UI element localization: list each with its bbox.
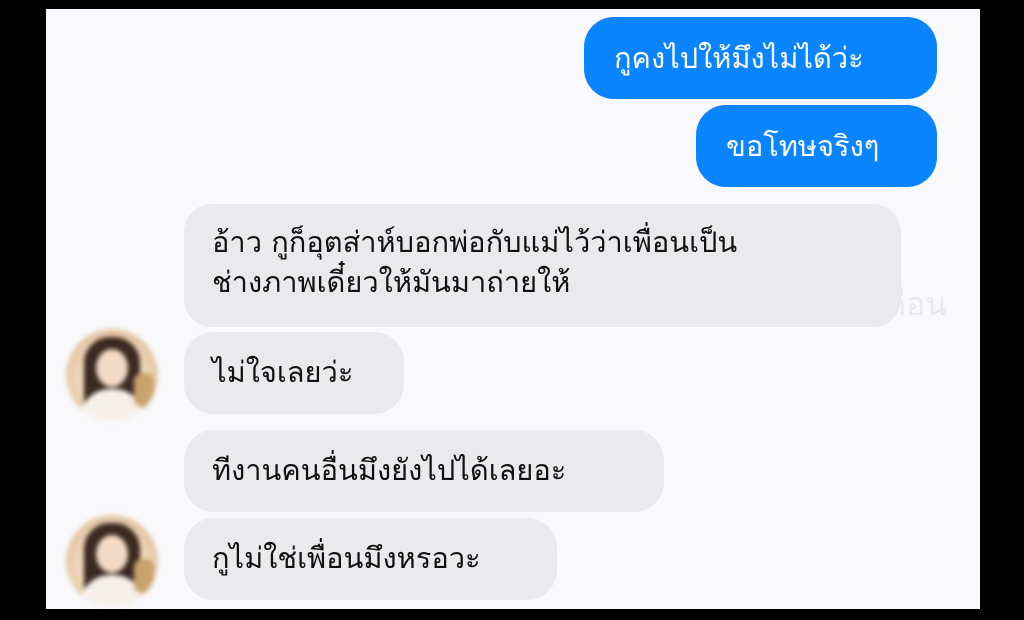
chat-screen: ช่างภาพสายเถื่อน กูคงไปให้มึงไม่ได้ว่ะ ข… <box>46 9 980 609</box>
sent-message-2[interactable]: ขอโทษจริงๆ <box>696 105 937 187</box>
received-message-2-text: ไม่ใจเลยว่ะ <box>212 355 354 389</box>
received-message-1-line-1: อ้าว กูก็อุตส่าห์บอกพ่อกับแม่ไว้ว่าเพื่อ… <box>212 225 738 259</box>
received-message-1-line-2: ช่างภาพเดี๋ยวให้มันมาถ่ายให้ <box>212 265 571 299</box>
sent-message-1[interactable]: กูคงไปให้มึงไม่ได้ว่ะ <box>584 17 937 99</box>
received-message-2[interactable]: ไม่ใจเลยว่ะ <box>184 332 404 414</box>
sent-message-1-text: กูคงไปให้มึงไม่ได้ว่ะ <box>614 41 864 75</box>
contact-avatar-2[interactable] <box>66 515 158 607</box>
sent-message-2-text: ขอโทษจริงๆ <box>726 129 880 163</box>
received-message-1[interactable]: อ้าว กูก็อุตส่าห์บอกพ่อกับแม่ไว้ว่าเพื่อ… <box>184 204 901 327</box>
received-message-3[interactable]: ทีงานคนอื่นมึงยังไปได้เลยอะ <box>184 430 664 512</box>
contact-avatar-1[interactable] <box>66 329 158 421</box>
received-message-3-text: ทีงานคนอื่นมึงยังไปได้เลยอะ <box>212 453 567 487</box>
received-message-4-text: กูไม่ใช่เพื่อนมึงหรอวะ <box>212 541 481 575</box>
received-message-4[interactable]: กูไม่ใช่เพื่อนมึงหรอวะ <box>184 518 557 600</box>
